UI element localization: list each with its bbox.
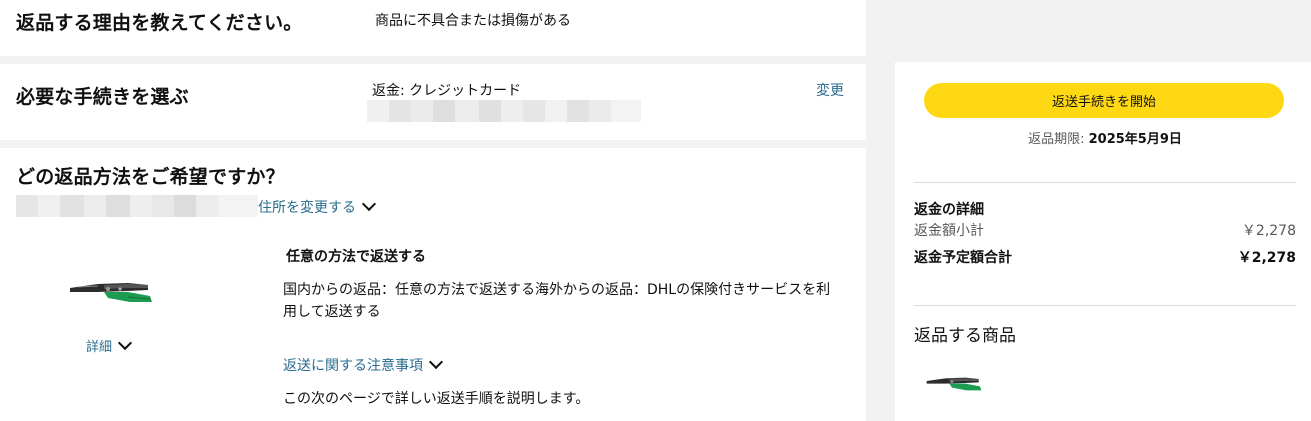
subtotal-value: ￥2,278 <box>1241 223 1296 239</box>
wire-stripper-product-image <box>926 377 982 391</box>
chevron-down-icon <box>361 196 377 212</box>
divider <box>914 182 1296 183</box>
deadline-date: 2025年5月9日 <box>1088 132 1182 147</box>
change-address[interactable]: 住所を変更する <box>258 196 377 217</box>
reason-card: 返品する理由を教えてください。 商品に不具合または損傷がある <box>0 0 866 56</box>
change-refund-link[interactable]: 変更 <box>816 80 844 100</box>
option-description: 国内からの返品：任意の方法で返送する海外からの返品：DHLの保険付きサービスを利… <box>283 282 831 320</box>
redacted-address <box>16 195 258 217</box>
reason-value: 商品に不具合または損傷がある <box>375 13 571 29</box>
method-heading: どの返品方法をご希望ですか？ <box>16 166 285 188</box>
start-return-button[interactable]: 返送手続きを開始 <box>924 83 1284 118</box>
return-deadline: 返品期限: 2025年5月9日 <box>914 128 1296 147</box>
option-title: 任意の方法で返送する <box>286 249 426 265</box>
return-notes-link[interactable]: 返送に関する注意事項 <box>283 358 423 374</box>
subtotal-row: 返金額小計 ￥2,278 <box>914 220 1296 240</box>
total-value: ￥2,278 <box>1237 250 1296 266</box>
method-card: どの返品方法をご希望ですか？ 住所を変更する 詳細 任意の方法で返送する 国内か… <box>0 148 866 421</box>
next-page-note: この次のページで詳しい返送手順を説明します。 <box>283 391 590 407</box>
details-toggle[interactable]: 詳細 <box>86 335 133 355</box>
divider <box>914 305 1296 306</box>
refund-details-heading: 返金の詳細 <box>914 202 984 218</box>
wire-stripper-product-image <box>70 283 152 302</box>
return-notes[interactable]: 返送に関する注意事項 <box>283 354 444 375</box>
items-heading: 返品する商品 <box>914 326 1016 346</box>
total-row: 返金予定額合計 ￥2,278 <box>914 247 1296 267</box>
subtotal-label: 返金額小計 <box>914 223 984 239</box>
procedure-heading: 必要な手続きを選ぶ <box>16 86 189 108</box>
deadline-label: 返品期限: <box>1028 132 1085 147</box>
refund-method: 返金: クレジットカード <box>372 83 522 99</box>
chevron-down-icon <box>117 335 133 351</box>
total-label: 返金予定額合計 <box>914 250 1012 266</box>
procedure-card: 必要な手続きを選ぶ 返金: クレジットカード 変更 <box>0 64 866 140</box>
redacted-card-info <box>367 100 641 122</box>
change-address-link[interactable]: 住所を変更する <box>258 200 356 216</box>
chevron-down-icon <box>428 354 444 370</box>
details-link[interactable]: 詳細 <box>86 340 112 355</box>
reason-heading: 返品する理由を教えてください。 <box>16 12 303 34</box>
